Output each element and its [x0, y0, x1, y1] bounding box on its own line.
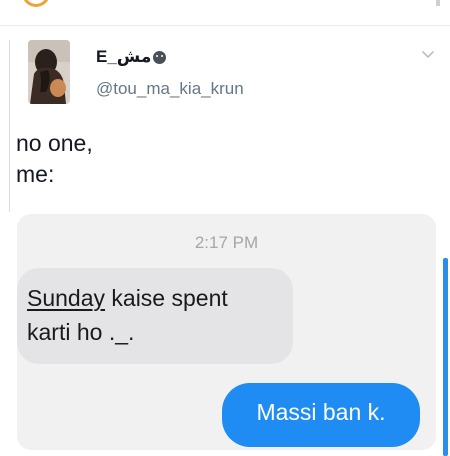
chevron-down-icon[interactable]: [421, 48, 435, 62]
received-message-bubble: Sunday kaise spent karti ho ._.: [17, 268, 293, 364]
tweet-line: no one,: [16, 130, 93, 156]
received-line-2: karti ho ._.: [27, 319, 135, 345]
display-name[interactable]: E_مش: [96, 47, 167, 67]
sent-message-text: Massi ban k.: [256, 399, 386, 425]
attached-image[interactable]: 2:17 PM Sunday kaise spent karti ho ._. …: [17, 214, 436, 450]
sent-message-bubble: Massi ban k.: [222, 383, 420, 447]
tweet-text: no one, me:: [16, 128, 93, 190]
underlined-word: Sunday: [27, 285, 106, 311]
display-name-text: E_مش: [96, 47, 152, 66]
thread-line: [9, 40, 10, 212]
divider: [0, 25, 450, 26]
received-message-text: Sunday kaise spent karti ho ._.: [27, 281, 228, 349]
scrollbar[interactable]: [436, 0, 440, 6]
message-timestamp: 2:17 PM: [194, 233, 259, 252]
user-handle[interactable]: @tou_ma_kia_krun: [96, 79, 244, 99]
profile-photo-icon: [28, 40, 70, 104]
tweet-line: me:: [16, 161, 55, 187]
app-logo-icon: [22, 0, 50, 7]
tweet-page: E_مش @tou_ma_kia_krun no one, me: 2:17 P…: [0, 0, 450, 456]
adjacent-card-edge: [443, 258, 448, 456]
smiley-emoji-icon: [153, 50, 167, 64]
avatar[interactable]: [28, 40, 70, 104]
received-line-1: kaise spent: [105, 285, 228, 311]
